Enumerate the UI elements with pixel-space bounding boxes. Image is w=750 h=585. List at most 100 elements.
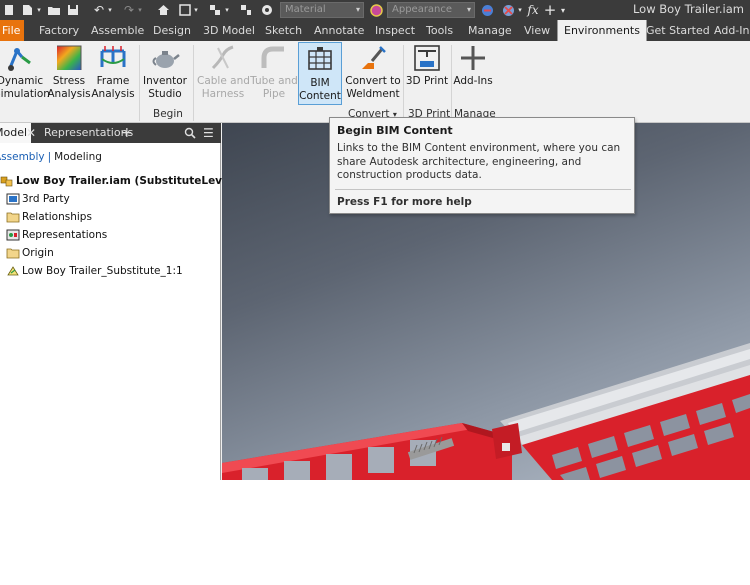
ribbon-panel: Dynamic Simulation Stress Analysis Frame… <box>0 41 750 123</box>
cable-harness-button[interactable]: Cable and Harness <box>197 43 250 101</box>
home-icon[interactable] <box>155 0 171 20</box>
add-ins-label: Add-Ins <box>453 75 493 87</box>
tree-node-relationships[interactable]: Relationships <box>6 211 92 223</box>
tree-node-label: Relationships <box>22 211 92 223</box>
clear-appearance-icon[interactable] <box>500 0 516 20</box>
tree-node-label: Origin <box>22 247 54 259</box>
hamburger-menu-icon[interactable]: ☰ <box>203 123 214 143</box>
crumb-modeling[interactable]: Modeling <box>54 151 102 163</box>
stress-analysis-icon <box>57 45 82 70</box>
tree-node-3rd-party[interactable]: 3rd Party <box>6 193 70 205</box>
new-dropdown-icon[interactable]: ▾ <box>35 0 43 20</box>
dynamic-simulation-button[interactable]: Dynamic Simulation <box>0 43 50 101</box>
model-browser: Model ✕ Representations + ☰ Assembly|Mod… <box>0 123 265 480</box>
inventor-studio-button[interactable]: Inventor Studio <box>142 43 188 101</box>
tab-manage[interactable]: Manage <box>468 20 512 41</box>
tree-node-origin[interactable]: Origin <box>6 247 54 259</box>
update-icon[interactable] <box>259 0 275 20</box>
select-icon[interactable] <box>177 0 193 20</box>
project-dropdown-icon[interactable]: ▾ <box>223 0 231 20</box>
clear-dropdown-icon[interactable]: ▾ <box>516 0 524 20</box>
tab-3d-model[interactable]: 3D Model <box>203 20 255 41</box>
bim-content-label-1: BIM <box>310 77 330 89</box>
tab-get-started[interactable]: Get Started <box>646 20 710 41</box>
customize-dropdown-icon[interactable]: ▾ <box>558 0 568 20</box>
tree-node-label: Low Boy Trailer_Substitute_1:1 <box>22 265 183 277</box>
tube-pipe-button[interactable]: Tube and Pipe <box>250 43 298 101</box>
app-menu-icon[interactable] <box>0 0 18 20</box>
substitute-part-icon <box>7 266 19 276</box>
tooltip-title: Begin BIM Content <box>337 124 453 137</box>
crumb-assembly[interactable]: Assembly <box>0 151 45 163</box>
teapot-icon <box>152 51 180 68</box>
group-label-begin: Begin <box>153 108 183 120</box>
cable-harness-icon <box>211 45 234 70</box>
tab-environments[interactable]: Environments <box>557 20 647 41</box>
tab-sketch[interactable]: Sketch <box>265 20 302 41</box>
return-icon[interactable] <box>238 0 254 20</box>
open-folder-icon[interactable] <box>46 0 62 20</box>
browser-tab-bar: Model ✕ Representations + ☰ <box>0 123 221 143</box>
3d-print-label: 3D Print <box>405 75 449 87</box>
tab-tools[interactable]: Tools <box>426 20 453 41</box>
tab-representations[interactable]: Representations <box>44 123 133 143</box>
tab-factory[interactable]: Factory <box>39 20 79 41</box>
bim-content-icon <box>308 47 332 70</box>
dynamic-simulation-label-2: Simulation <box>0 88 50 100</box>
3rd-party-icon <box>6 193 20 205</box>
appearance-dropdown-icon: ▾ <box>466 5 471 14</box>
save-icon[interactable] <box>65 0 81 20</box>
material-combo[interactable]: Material ▾ <box>280 2 364 18</box>
undo-dropdown-icon[interactable]: ▾ <box>106 0 114 20</box>
frame-analysis-label-1: Frame <box>96 75 130 87</box>
bim-content-button[interactable]: BIM Content <box>298 42 342 105</box>
bim-content-label-2: Content <box>299 90 341 102</box>
inventor-studio-label-2: Studio <box>148 88 182 100</box>
3d-print-button[interactable]: 3D Print <box>404 43 450 88</box>
close-tab-icon[interactable]: ✕ <box>26 123 36 143</box>
inventor-studio-label-1: Inventor <box>143 75 187 87</box>
appearance-combo[interactable]: Appearance ▾ <box>387 2 475 18</box>
convert-to-weldment-button[interactable]: Convert to Weldment <box>344 43 402 101</box>
fx-label: fx <box>527 3 539 17</box>
appearance-sphere-icon[interactable] <box>368 0 384 20</box>
tab-view[interactable]: View <box>524 20 550 41</box>
adjust-icon[interactable] <box>479 0 495 20</box>
frame-analysis-button[interactable]: Frame Analysis <box>91 43 135 101</box>
ribbon-tab-bar: File Factory Assemble Design 3D Model Sk… <box>0 20 750 41</box>
bim-content-tooltip: Begin BIM Content Links to the BIM Conte… <box>329 117 635 214</box>
app-title: Low Boy Trailer.iam <box>632 2 744 16</box>
tree-node-label: 3rd Party <box>22 193 70 205</box>
assembly-icon <box>0 176 13 187</box>
dynamic-simulation-icon <box>8 48 31 71</box>
select-dropdown-icon[interactable]: ▾ <box>192 0 200 20</box>
tab-design[interactable]: Design <box>153 20 191 41</box>
stress-analysis-label-1: Stress <box>52 75 86 87</box>
redo-icon[interactable]: ↷ <box>122 0 136 20</box>
tab-assemble[interactable]: Assemble <box>91 20 144 41</box>
stress-analysis-button[interactable]: Stress Analysis <box>46 43 92 101</box>
tab-file[interactable]: File <box>0 20 25 41</box>
add-icon[interactable]: + <box>543 0 557 20</box>
search-icon[interactable] <box>184 123 196 143</box>
tooltip-description: Links to the BIM Content environment, wh… <box>337 142 621 181</box>
folder-icon <box>6 212 20 223</box>
stress-analysis-label-2: Analysis <box>47 88 91 100</box>
tab-add-ins[interactable]: Add-Ins <box>714 20 750 41</box>
convert-to-weldment-label-2: Weldment <box>346 88 400 100</box>
add-tab-icon[interactable]: + <box>121 123 133 143</box>
project-icon[interactable] <box>207 0 223 20</box>
redo-dropdown-icon[interactable]: ▾ <box>136 0 144 20</box>
tree-node-substitute[interactable]: Low Boy Trailer_Substitute_1:1 <box>6 265 183 277</box>
crumb-divider: | <box>47 151 52 163</box>
tab-annotate[interactable]: Annotate <box>314 20 364 41</box>
tree-node-label: Representations <box>22 229 108 241</box>
parameters-button[interactable]: fx <box>526 0 540 20</box>
add-ins-button[interactable]: Add-Ins <box>451 43 495 88</box>
new-file-icon[interactable] <box>20 0 34 20</box>
undo-icon[interactable]: ↶ <box>92 0 106 20</box>
folder-icon <box>6 248 20 259</box>
tree-node-representations[interactable]: Representations <box>6 229 107 241</box>
material-dropdown-icon: ▾ <box>355 5 360 14</box>
tab-inspect[interactable]: Inspect <box>375 20 415 41</box>
